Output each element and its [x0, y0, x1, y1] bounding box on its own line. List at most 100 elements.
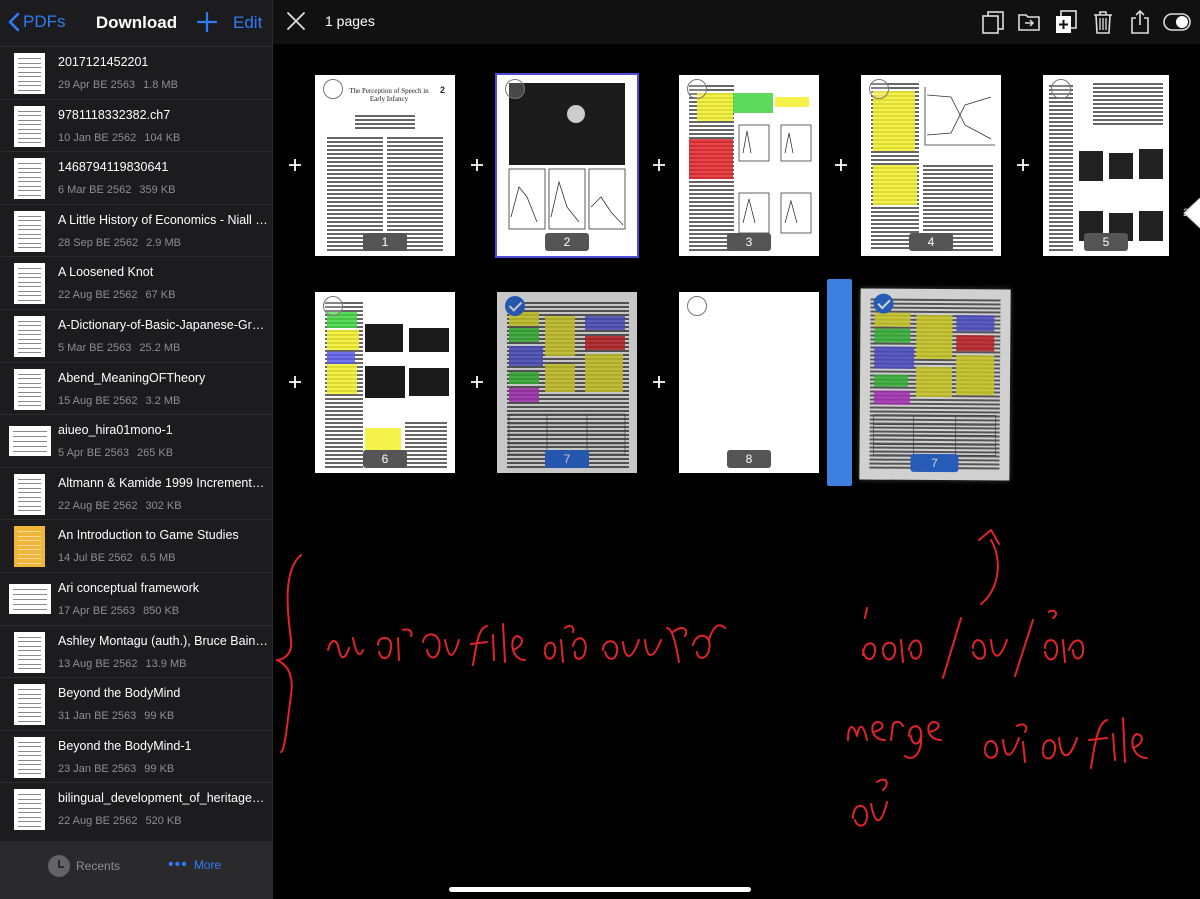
- page-thumbnail[interactable]: The Perception of Speech in Early Infanc…: [315, 75, 455, 256]
- file-list-item[interactable]: 1468794119830641 6 Mar BE 2562 359 KB: [0, 151, 273, 204]
- file-name: An Introduction to Game Studies: [58, 528, 239, 543]
- edit-button[interactable]: Edit: [233, 13, 262, 33]
- page-thumbnail[interactable]: 8: [679, 292, 819, 473]
- file-meta: 13 Aug BE 2562 13.9 MB: [58, 658, 186, 670]
- file-thumbnail: [14, 789, 45, 831]
- insert-page-plus-icon[interactable]: [287, 374, 303, 390]
- page-number-badge: 2: [545, 233, 589, 251]
- selection-circle-icon[interactable]: [505, 79, 525, 99]
- recents-button[interactable]: Recents: [48, 855, 120, 877]
- file-size: 104 KB: [144, 131, 181, 144]
- selection-circle-icon[interactable]: [869, 79, 889, 99]
- selection-circle-icon[interactable]: [687, 79, 707, 99]
- selection-circle-icon[interactable]: [687, 296, 707, 316]
- file-list-item[interactable]: bilingual_development_of_heritage_spe… 2…: [0, 782, 273, 835]
- page-thumbnail[interactable]: 4: [861, 75, 1001, 256]
- page-thumbnail[interactable]: 7: [497, 292, 637, 473]
- file-size: 3.2 MB: [145, 394, 181, 407]
- page-number-badge: 3: [727, 233, 771, 251]
- file-list-item[interactable]: aiueo_hira01mono-1 5 Apr BE 2563 265 KB: [0, 414, 273, 467]
- file-size: 6.5 MB: [140, 552, 176, 565]
- move-to-folder-icon[interactable]: [1016, 9, 1042, 35]
- file-meta: 10 Jan BE 2562 104 KB: [58, 132, 180, 144]
- insert-page-plus-icon[interactable]: [833, 157, 849, 173]
- selection-circle-icon[interactable]: [323, 296, 343, 316]
- file-thumbnail: [14, 684, 45, 726]
- share-icon[interactable]: [1127, 9, 1153, 35]
- page-number-badge: 6: [363, 450, 407, 468]
- selection-circle-icon[interactable]: [1051, 79, 1071, 99]
- insert-page-plus-icon[interactable]: [287, 157, 303, 173]
- checkmark-icon: [873, 293, 894, 314]
- file-list-item[interactable]: An Introduction to Game Studies 14 Jul B…: [0, 519, 273, 572]
- file-size: 67 KB: [145, 289, 176, 302]
- add-page-icon[interactable]: [1053, 9, 1079, 35]
- file-date: 6 Mar BE 2562: [58, 184, 132, 197]
- back-button[interactable]: PDFs: [8, 12, 66, 32]
- add-plus-icon[interactable]: [196, 11, 218, 33]
- file-date: 22 Aug BE 2562: [58, 499, 138, 512]
- file-date: 10 Jan BE 2562: [58, 131, 137, 144]
- file-size: 1.8 MB: [143, 79, 178, 91]
- file-date: 29 Apr BE 2563: [58, 79, 136, 91]
- page-editor-toolbar: 1 pages: [273, 0, 1200, 44]
- file-list-item[interactable]: 9781118332382.ch7 10 Jan BE 2562 104 KB: [0, 98, 273, 152]
- file-thumbnail: [14, 53, 45, 94]
- selection-circle-icon[interactable]: [323, 79, 343, 99]
- drop-position-indicator: [827, 279, 852, 486]
- file-list-item[interactable]: Beyond the BodyMind-1 23 Jan BE 2563 99 K…: [0, 729, 273, 783]
- file-date: 5 Mar BE 2563: [58, 341, 132, 354]
- file-meta: 5 Mar BE 2563 25.2 MB: [58, 342, 180, 354]
- side-page-tab-label: 2: [1183, 207, 1190, 219]
- insert-page-plus-icon[interactable]: [469, 157, 485, 173]
- page-thumbnail[interactable]: 5: [1043, 75, 1169, 256]
- file-list-item[interactable]: Ashley Montagu (auth.), Bruce Bain (e… 1…: [0, 624, 273, 678]
- file-size: 265 KB: [136, 447, 174, 460]
- file-list-item[interactable]: A-Dictionary-of-Basic-Japanese-Gram… 5 M…: [0, 308, 273, 362]
- file-date: 15 Aug BE 2562: [58, 394, 138, 407]
- insert-page-plus-icon[interactable]: [469, 374, 485, 390]
- file-name: 1468794119830641: [58, 160, 169, 175]
- file-name: A Loosened Knot: [58, 265, 154, 280]
- file-date: 23 Jan BE 2563: [58, 762, 137, 775]
- toggle-icon[interactable]: [1162, 9, 1192, 35]
- page-thumbnail[interactable]: 2: [495, 73, 639, 258]
- file-list-item[interactable]: Ari conceptual framework 17 Apr BE 2563 8…: [0, 571, 273, 625]
- file-list-item[interactable]: Beyond the BodyMind 31 Jan BE 2563 99 KB: [0, 677, 273, 730]
- sidebar-header: PDFs Download Edit: [0, 0, 273, 46]
- clock-icon: [48, 855, 70, 877]
- file-name: 2017121452201: [58, 55, 149, 69]
- file-thumbnail: [14, 210, 45, 252]
- file-meta: 28 Sep BE 2562 2.9 MB: [58, 237, 181, 249]
- file-meta: 29 Apr BE 2563 1.8 MB: [58, 79, 178, 91]
- file-list-item[interactable]: A Loosened Knot 22 Aug BE 2562 67 KB: [0, 256, 273, 309]
- file-thumbnail: [14, 736, 45, 778]
- page-thumbnail[interactable]: 3: [679, 75, 819, 256]
- duplicate-icon[interactable]: [980, 9, 1006, 35]
- trash-icon[interactable]: [1090, 9, 1116, 35]
- file-size: 302 KB: [145, 499, 182, 512]
- file-size: 25.2 MB: [139, 341, 181, 354]
- page-corner-number: 2: [439, 85, 445, 95]
- insert-page-plus-icon[interactable]: [651, 374, 667, 390]
- file-meta: 5 Apr BE 2563 265 KB: [58, 447, 173, 459]
- file-date: 5 Apr BE 2563: [58, 447, 129, 460]
- insert-page-plus-icon[interactable]: [651, 157, 667, 173]
- page-thumbnail[interactable]: 6: [315, 292, 455, 473]
- insert-page-plus-icon[interactable]: [1015, 157, 1031, 173]
- file-list-item[interactable]: A Little History of Economics - Niall Ki…: [0, 203, 273, 257]
- file-thumbnail: [14, 158, 45, 200]
- more-button[interactable]: ••• More: [168, 857, 221, 873]
- file-name: bilingual_development_of_heritage_spe…: [58, 791, 268, 806]
- file-name: Altmann & Kamide 1999 Incremental i…: [58, 475, 268, 490]
- file-list-item[interactable]: Altmann & Kamide 1999 Incremental i… 22 …: [0, 466, 273, 520]
- file-list-item[interactable]: Abend_MeaningOFTheory 15 Aug BE 2562 3.2 …: [0, 361, 273, 415]
- file-list-item[interactable]: 2017121452201 29 Apr BE 2563 1.8 MB: [0, 46, 273, 99]
- dragging-page-thumbnail[interactable]: 7: [859, 288, 1011, 481]
- checkmark-icon[interactable]: [505, 296, 525, 316]
- close-icon[interactable]: [286, 11, 306, 31]
- file-meta: 31 Jan BE 2563 99 KB: [58, 710, 174, 722]
- file-thumbnail: [14, 368, 45, 410]
- page-number-badge: 7: [545, 450, 589, 468]
- file-meta: 22 Aug BE 2562 302 KB: [58, 500, 182, 512]
